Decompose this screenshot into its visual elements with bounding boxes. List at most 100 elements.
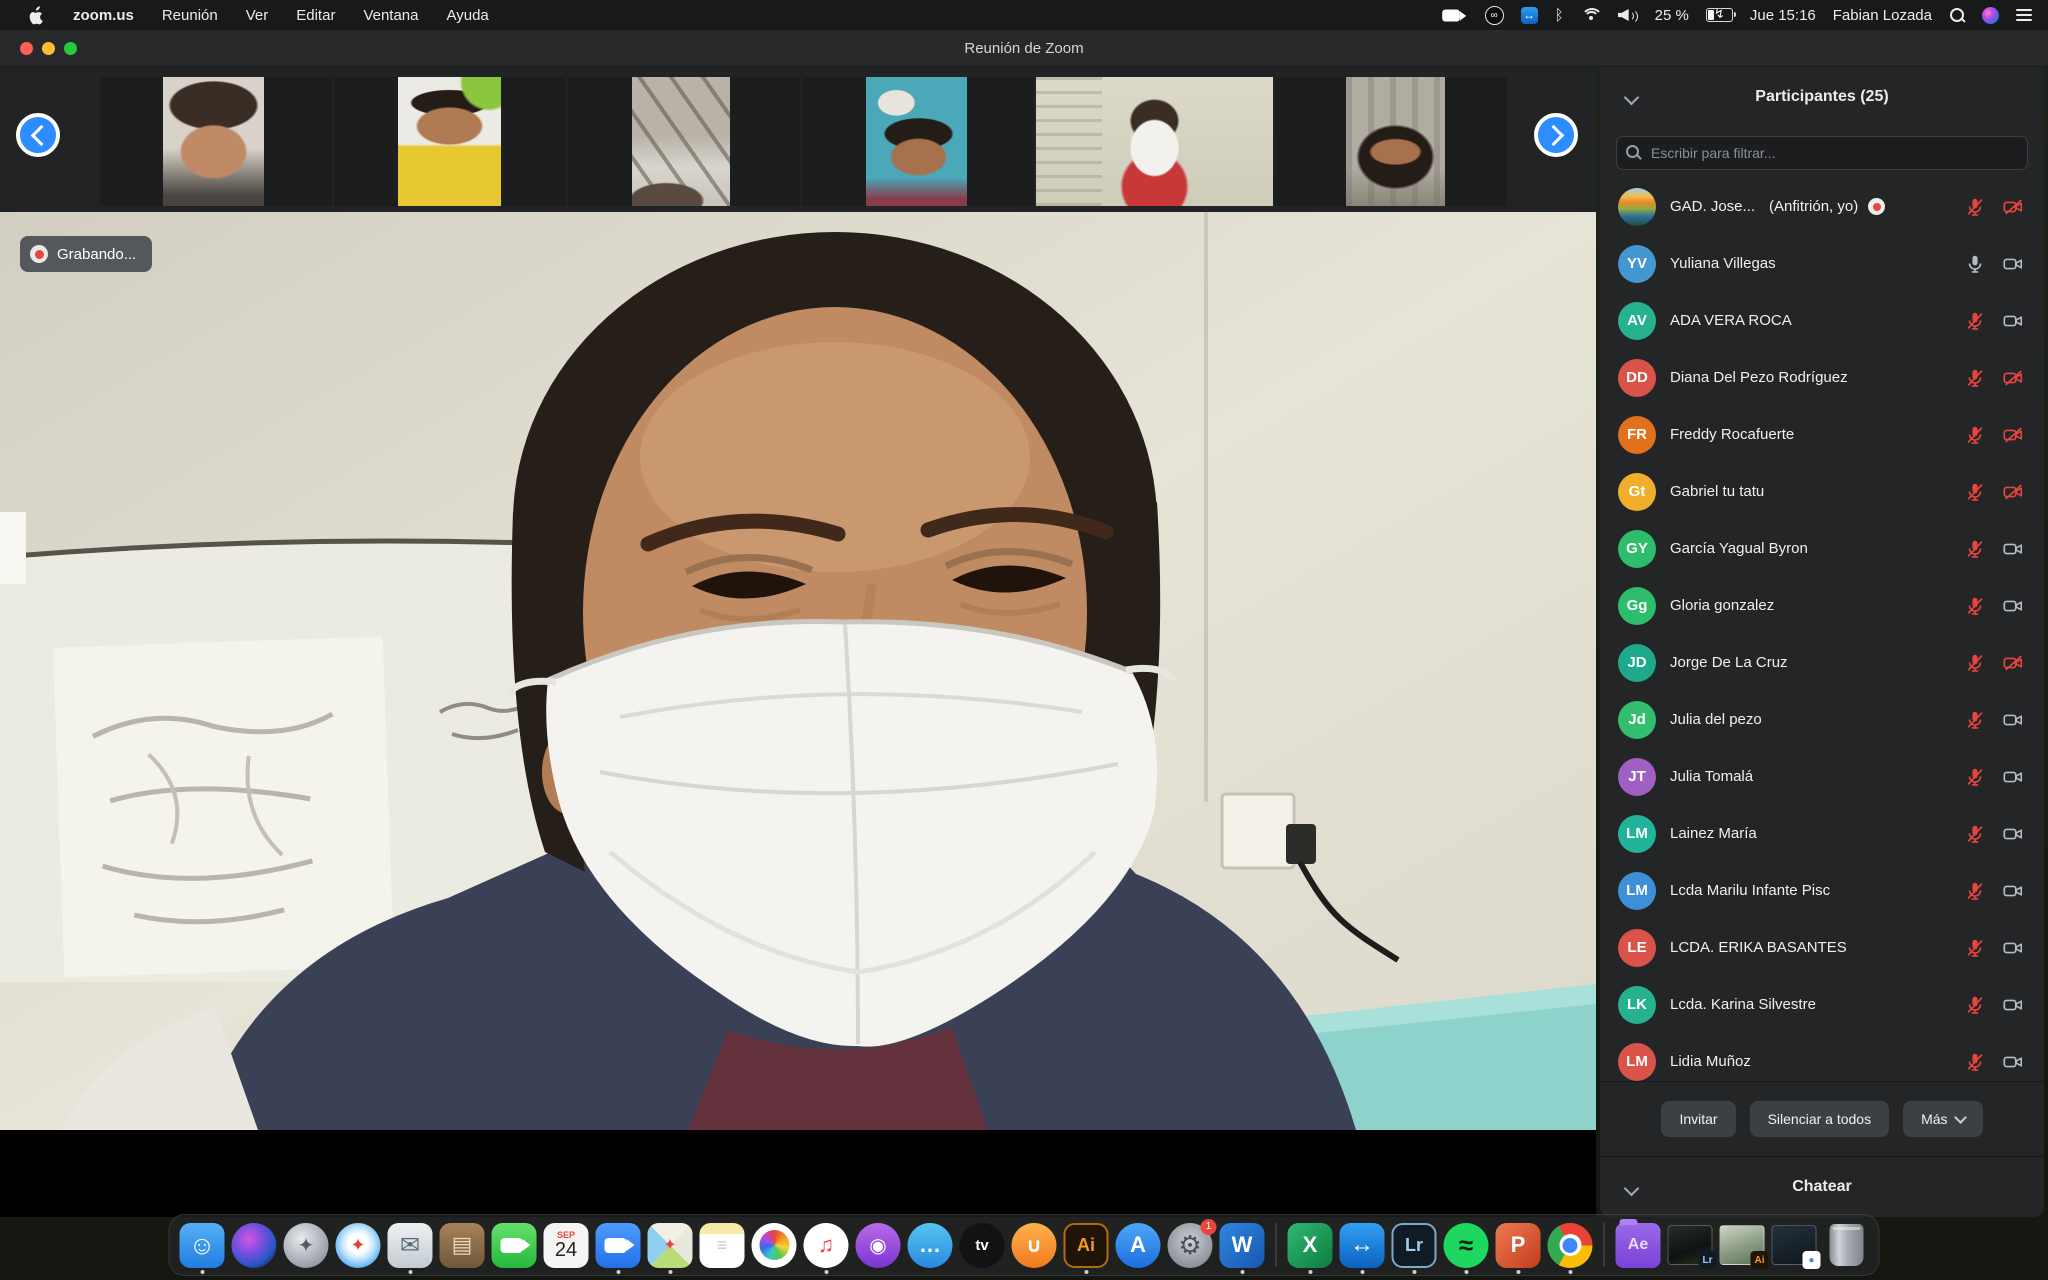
running-indicator bbox=[200, 1270, 204, 1274]
notes-icon[interactable]: ≡ bbox=[700, 1223, 745, 1268]
apple-tv-icon[interactable]: tv bbox=[960, 1223, 1005, 1268]
app-store-icon[interactable]: A bbox=[1116, 1223, 1161, 1268]
siri-icon[interactable] bbox=[1982, 7, 1999, 24]
siri-icon[interactable] bbox=[232, 1223, 277, 1268]
menu-ventana[interactable]: Ventana bbox=[349, 0, 432, 30]
menubar-clock[interactable]: Jue 15:16 bbox=[1750, 7, 1816, 24]
camera-icon bbox=[2002, 994, 2024, 1016]
chrome-icon[interactable] bbox=[1548, 1223, 1593, 1268]
mail-icon[interactable]: ✉ bbox=[388, 1223, 433, 1268]
spotify-icon[interactable]: ≈ bbox=[1444, 1223, 1489, 1268]
volume-icon[interactable] bbox=[1618, 8, 1638, 22]
participant-row[interactable]: Jd Julia del pezo bbox=[1600, 691, 2044, 748]
filter-input[interactable] bbox=[1616, 136, 2028, 170]
participant-name: Julia del pezo bbox=[1670, 711, 1762, 728]
apple-menu[interactable] bbox=[14, 0, 59, 30]
collapse-chat-icon[interactable] bbox=[1624, 1181, 1640, 1197]
teamviewer-icon[interactable]: ↔ bbox=[1340, 1223, 1385, 1268]
participant-row[interactable]: LE LCDA. ERIKA BASANTES bbox=[1600, 919, 2044, 976]
thumbnail-tile[interactable] bbox=[568, 77, 800, 206]
minimized-window-illustrator-icon[interactable]: Ai bbox=[1720, 1223, 1765, 1268]
menu-bar: zoom.us Reunión Ver Editar Ventana Ayuda… bbox=[0, 0, 2048, 30]
mic-icon bbox=[1964, 1051, 1986, 1073]
thumbnail-tile[interactable] bbox=[802, 77, 1034, 206]
thumbnail-tile[interactable] bbox=[100, 77, 332, 206]
photos-icon[interactable] bbox=[752, 1223, 797, 1268]
teamviewer-status-icon[interactable]: ↔ bbox=[1521, 7, 1538, 24]
participant-row[interactable]: GAD. Jose... (Anfitrión, yo) bbox=[1600, 178, 2044, 235]
participant-row[interactable]: YV Yuliana Villegas bbox=[1600, 235, 2044, 292]
messages-icon[interactable]: … bbox=[908, 1223, 953, 1268]
lightroom-icon[interactable]: Lr bbox=[1392, 1223, 1437, 1268]
after-effects-folder-icon[interactable]: Ae bbox=[1616, 1223, 1661, 1268]
participant-row[interactable]: JD Jorge De La Cruz bbox=[1600, 634, 2044, 691]
minimized-window-lightroom-icon[interactable]: Lr bbox=[1668, 1223, 1713, 1268]
powerpoint-icon[interactable]: P bbox=[1496, 1223, 1541, 1268]
excel-icon[interactable]: X bbox=[1288, 1223, 1333, 1268]
safari-icon[interactable]: ✦ bbox=[336, 1223, 381, 1268]
participant-row[interactable]: AV ADA VERA ROCA bbox=[1600, 292, 2044, 349]
wifi-icon[interactable] bbox=[1581, 8, 1601, 23]
maps-icon[interactable]: ✦ bbox=[648, 1223, 693, 1268]
participant-row[interactable]: JT Julia Tomalá bbox=[1600, 748, 2044, 805]
podcasts-icon[interactable]: ◉ bbox=[856, 1223, 901, 1268]
chat-section-header[interactable]: Chatear bbox=[1600, 1156, 2044, 1217]
illustrator-icon[interactable]: Ai bbox=[1064, 1223, 1109, 1268]
chevron-down-icon bbox=[1954, 1111, 1967, 1124]
menu-reunion[interactable]: Reunión bbox=[148, 0, 232, 30]
thumbnail-tile[interactable] bbox=[334, 77, 566, 206]
participant-row[interactable]: GY García Yagual Byron bbox=[1600, 520, 2044, 577]
menu-app-name[interactable]: zoom.us bbox=[59, 0, 148, 30]
participant-video[interactable] bbox=[632, 77, 730, 206]
thumbnail-tile[interactable] bbox=[1036, 77, 1273, 206]
spotlight-icon[interactable] bbox=[1949, 7, 1965, 23]
participant-row[interactable]: LM Lainez María bbox=[1600, 805, 2044, 862]
bluetooth-icon[interactable]: ᛒ bbox=[1555, 7, 1564, 24]
participant-video[interactable] bbox=[163, 77, 264, 206]
mic-icon bbox=[1964, 538, 1986, 560]
music-icon[interactable]: ♫ bbox=[804, 1223, 849, 1268]
invite-button[interactable]: Invitar bbox=[1661, 1101, 1735, 1137]
collapse-participants-icon[interactable] bbox=[1624, 90, 1640, 106]
finder-icon[interactable]: ☺ bbox=[180, 1223, 225, 1268]
mute-all-button[interactable]: Silenciar a todos bbox=[1750, 1101, 1890, 1137]
menu-ayuda[interactable]: Ayuda bbox=[433, 0, 503, 30]
trash-icon[interactable] bbox=[1824, 1223, 1869, 1268]
minimized-window-chrome-icon[interactable]: ● bbox=[1772, 1223, 1817, 1268]
participant-name: Gabriel tu tatu bbox=[1670, 483, 1764, 500]
adobe-creative-cloud-icon[interactable]: ∞ bbox=[1485, 6, 1504, 25]
camera-icon bbox=[2002, 880, 2024, 902]
apple-icon bbox=[28, 5, 45, 25]
contacts-icon[interactable]: ▤ bbox=[440, 1223, 485, 1268]
participant-row[interactable]: DD Diana Del Pezo Rodríguez bbox=[1600, 349, 2044, 406]
running-indicator bbox=[616, 1270, 620, 1274]
participant-video[interactable] bbox=[866, 77, 967, 206]
books-icon[interactable]: ∪ bbox=[1012, 1223, 1057, 1268]
zoom-camera-status-icon[interactable] bbox=[1440, 8, 1468, 23]
participant-row[interactable]: Gt Gabriel tu tatu bbox=[1600, 463, 2044, 520]
battery-icon[interactable]: ↯ bbox=[1706, 8, 1733, 22]
strip-next-button[interactable] bbox=[1534, 113, 1578, 157]
menubar-user-name[interactable]: Fabian Lozada bbox=[1833, 7, 1932, 24]
more-button[interactable]: Más bbox=[1903, 1101, 1982, 1137]
participant-video[interactable] bbox=[1346, 77, 1445, 206]
strip-prev-button[interactable] bbox=[16, 113, 60, 157]
participant-row[interactable]: LK Lcda. Karina Silvestre bbox=[1600, 976, 2044, 1033]
participant-video[interactable] bbox=[1036, 77, 1273, 206]
notification-center-icon[interactable] bbox=[2016, 9, 2032, 21]
menu-ver[interactable]: Ver bbox=[232, 0, 283, 30]
zoom-icon[interactable] bbox=[596, 1223, 641, 1268]
participant-video[interactable] bbox=[398, 77, 501, 206]
participant-row[interactable]: FR Freddy Rocafuerte bbox=[1600, 406, 2044, 463]
participant-row[interactable]: LM Lcda Marilu Infante Pisc bbox=[1600, 862, 2044, 919]
system-preferences-icon[interactable]: ⚙1 bbox=[1168, 1223, 1213, 1268]
launchpad-icon[interactable]: ✦ bbox=[284, 1223, 329, 1268]
avatar: FR bbox=[1618, 416, 1656, 454]
facetime-icon[interactable] bbox=[492, 1223, 537, 1268]
participant-row[interactable]: LM Lidia Muñoz bbox=[1600, 1033, 2044, 1081]
calendar-icon[interactable]: SEP24 bbox=[544, 1223, 589, 1268]
participant-row[interactable]: Gg Gloria gonzalez bbox=[1600, 577, 2044, 634]
word-icon[interactable]: W bbox=[1220, 1223, 1265, 1268]
menu-editar[interactable]: Editar bbox=[282, 0, 349, 30]
thumbnail-tile[interactable] bbox=[1275, 77, 1507, 206]
